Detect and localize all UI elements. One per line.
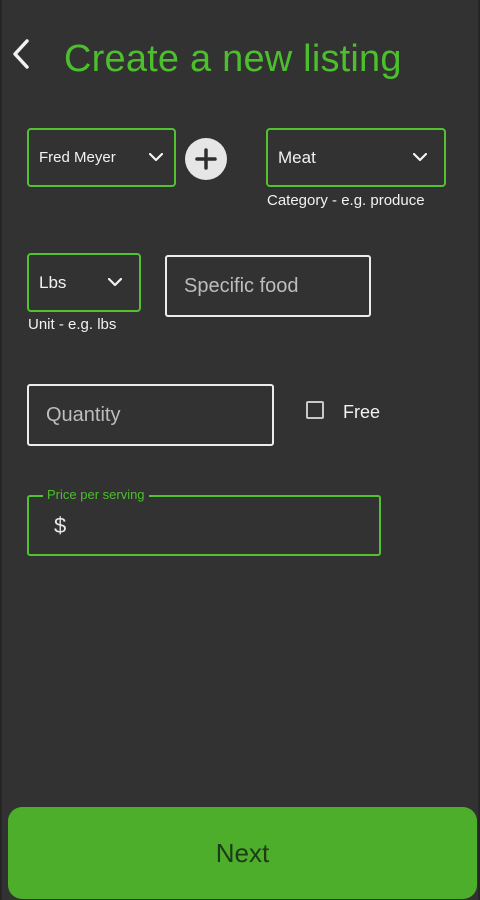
- quantity-input[interactable]: Quantity: [27, 384, 274, 446]
- chevron-down-icon: [148, 153, 164, 163]
- currency-prefix: $: [54, 513, 67, 538]
- category-helper-text: Category - e.g. produce: [267, 192, 425, 209]
- category-dropdown-value: Meat: [278, 147, 316, 167]
- plus-circle-icon: [195, 148, 217, 170]
- free-checkbox-label: Free: [343, 402, 381, 422]
- category-dropdown[interactable]: Meat: [266, 128, 446, 187]
- quantity-placeholder: Quantity: [46, 403, 121, 426]
- unit-dropdown[interactable]: Lbs: [27, 253, 141, 312]
- chevron-left-icon: [13, 39, 29, 69]
- unit-helper-text: Unit - e.g. lbs: [28, 316, 117, 333]
- create-listing-screen: Create a new listing Fred Meyer Meat Cat…: [0, 0, 480, 900]
- back-button[interactable]: [6, 36, 36, 72]
- next-button[interactable]: Next: [8, 807, 477, 899]
- specific-food-placeholder: Specific food: [184, 274, 299, 297]
- page-title: Create a new listing: [64, 38, 402, 80]
- chevron-down-icon: [412, 153, 428, 163]
- unit-dropdown-value: Lbs: [39, 272, 67, 292]
- specific-food-input[interactable]: Specific food: [165, 255, 371, 317]
- free-checkbox[interactable]: [306, 401, 324, 419]
- store-dropdown-value: Fred Meyer: [39, 149, 116, 166]
- chevron-down-icon: [107, 278, 123, 288]
- store-dropdown[interactable]: Fred Meyer: [27, 128, 176, 187]
- price-field-label: Price per serving: [43, 488, 149, 502]
- add-store-button[interactable]: [185, 138, 227, 180]
- price-per-serving-field[interactable]: Price per serving $: [27, 488, 381, 556]
